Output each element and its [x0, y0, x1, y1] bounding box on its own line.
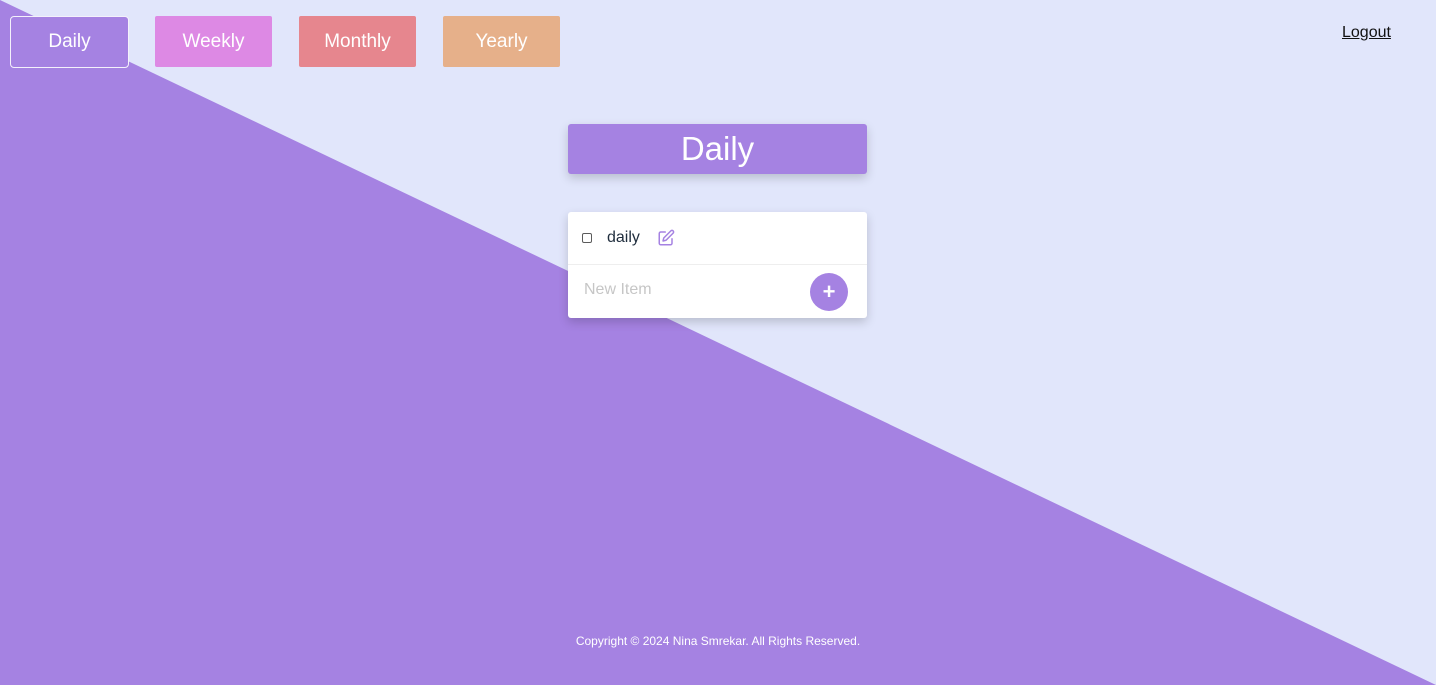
new-item-input[interactable]: [578, 276, 810, 304]
list-item: daily: [568, 212, 867, 265]
todo-list-card: daily +: [568, 212, 867, 318]
page: Daily Weekly Monthly Yearly Logout Daily…: [0, 0, 1436, 685]
edit-icon[interactable]: [657, 229, 675, 247]
tab-daily[interactable]: Daily: [10, 16, 129, 68]
item-checkbox[interactable]: [582, 233, 592, 243]
footer-copyright: Copyright © 2024 Nina Smrekar. All Right…: [575, 634, 861, 648]
item-text: daily: [607, 229, 640, 246]
tab-weekly[interactable]: Weekly: [155, 16, 272, 67]
background-diagonal: [0, 0, 1436, 685]
tab-yearly[interactable]: Yearly: [443, 16, 560, 67]
tab-monthly[interactable]: Monthly: [299, 16, 416, 67]
logout-link[interactable]: Logout: [1342, 24, 1391, 42]
list-title: Daily: [568, 124, 867, 174]
add-item-button[interactable]: +: [810, 273, 848, 311]
